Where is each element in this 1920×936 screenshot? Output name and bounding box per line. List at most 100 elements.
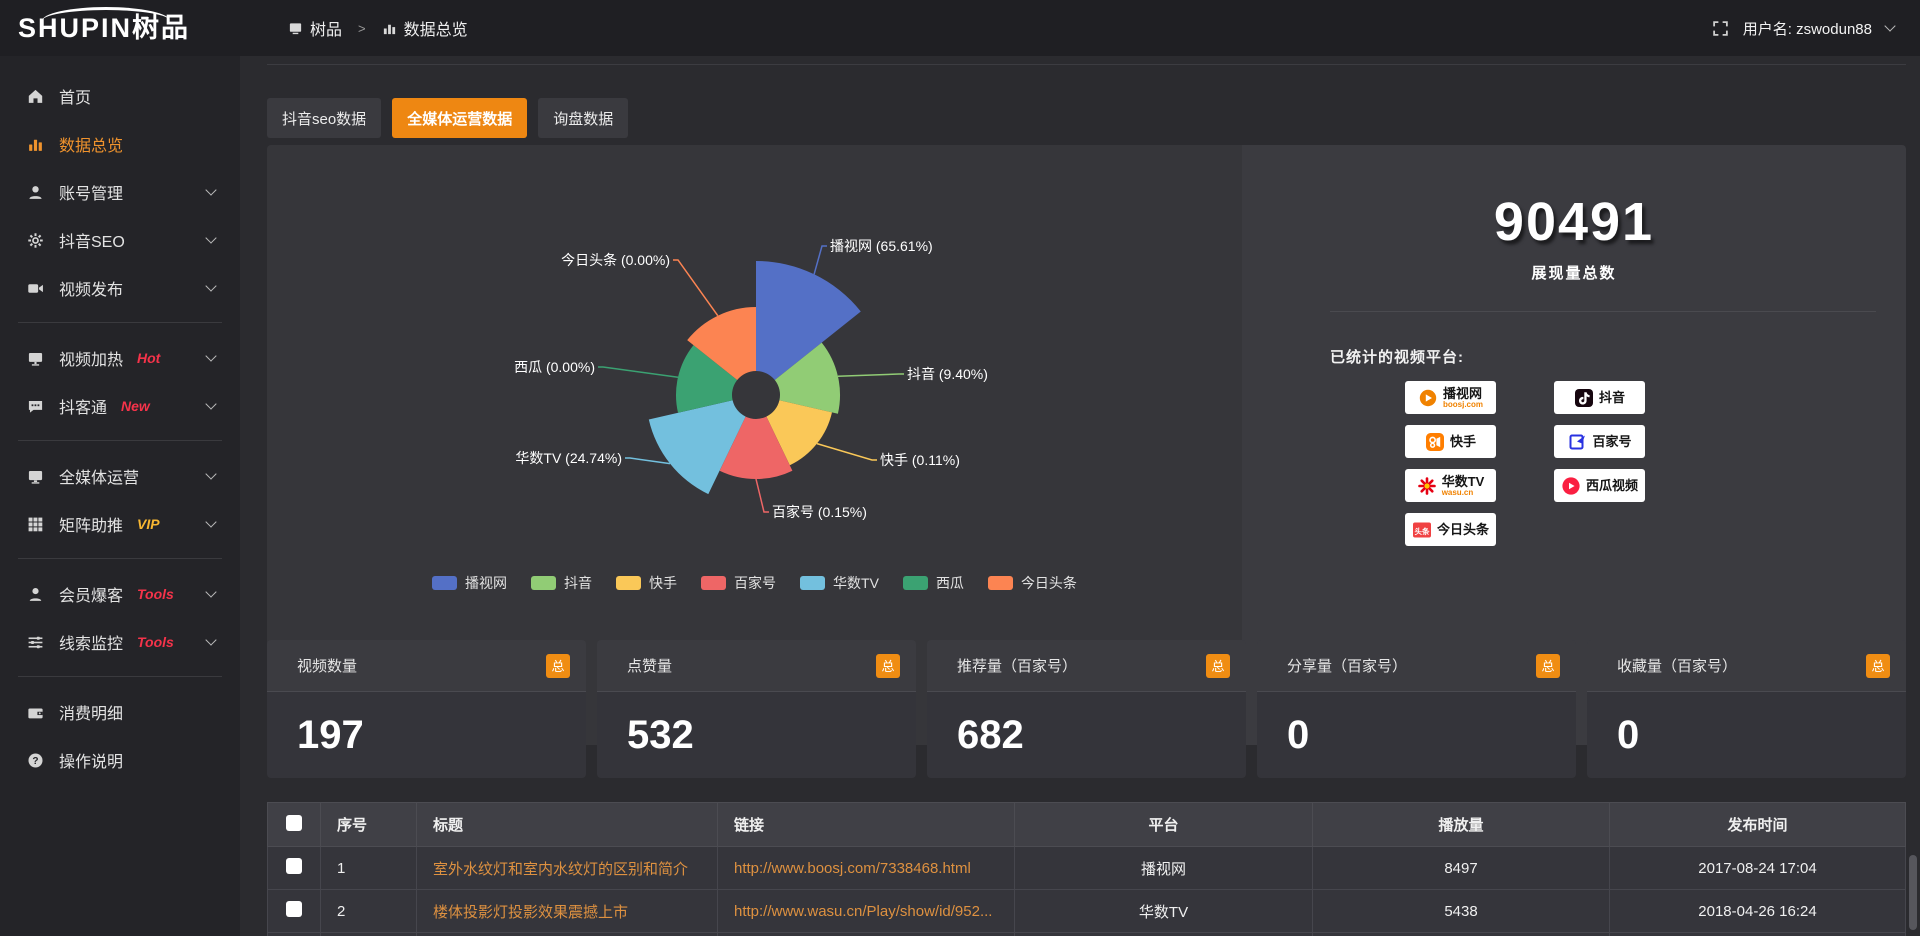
cell-platform: 播视网 xyxy=(1015,847,1313,890)
sidebar-divider xyxy=(18,558,222,559)
breadcrumb-item-current[interactable]: 数据总览 xyxy=(404,16,468,40)
stat-card-value: 0 xyxy=(1617,713,1639,758)
sidebar-item-12[interactable]: ? 操作说明 xyxy=(0,736,240,784)
help-icon: ? xyxy=(27,752,44,769)
platform-sub: wasu.cn xyxy=(1442,489,1485,497)
legend-swatch xyxy=(903,576,928,590)
total-badge: 总 xyxy=(1206,654,1230,678)
header-title: 标题 xyxy=(417,803,718,847)
stat-card-title: 收藏量（百家号） xyxy=(1617,655,1737,676)
sidebar-item-label: 矩阵助推 xyxy=(59,512,123,536)
legend-item-百家号[interactable]: 百家号 xyxy=(701,573,776,593)
pie-label: 西瓜 (0.00%) xyxy=(514,359,595,375)
sidebar-item-9[interactable]: 会员爆客 Tools xyxy=(0,570,240,618)
chevron-down-icon[interactable] xyxy=(205,280,216,291)
platform-name: 西瓜视频 xyxy=(1586,479,1638,492)
tab-2[interactable]: 询盘数据 xyxy=(538,98,628,138)
row-checkbox[interactable] xyxy=(286,858,302,874)
platform-name: 抖音 xyxy=(1599,391,1625,404)
chevron-down-icon[interactable] xyxy=(205,468,216,479)
sidebar-item-tag: Hot xyxy=(137,350,160,366)
xigua-logo-icon xyxy=(1561,476,1581,496)
breadcrumb: 树品 > 数据总览 xyxy=(288,0,468,56)
legend-item-播视网[interactable]: 播视网 xyxy=(432,573,507,593)
cell-link[interactable] xyxy=(718,933,1015,936)
row-checkbox[interactable] xyxy=(286,901,302,917)
username-label[interactable]: 用户名: zswodun88 xyxy=(1743,18,1872,39)
chevron-down-icon[interactable] xyxy=(205,634,216,645)
sidebar-item-3[interactable]: 抖音SEO xyxy=(0,216,240,264)
app-logo: SHUPIN树品 xyxy=(18,0,190,56)
chevron-down-icon[interactable] xyxy=(205,184,216,195)
sidebar-item-6[interactable]: 抖客通 New xyxy=(0,382,240,430)
platform-name: 播视网 xyxy=(1443,387,1483,400)
sidebar-item-label: 账号管理 xyxy=(59,180,123,204)
toutiao-logo-icon: 头条 xyxy=(1412,520,1432,540)
wasu-logo-icon xyxy=(1417,476,1437,496)
legend-swatch xyxy=(531,576,556,590)
sidebar-item-8[interactable]: 矩阵助推 VIP xyxy=(0,500,240,548)
chevron-down-icon[interactable] xyxy=(205,516,216,527)
pie-label: 今日头条 (0.00%) xyxy=(561,252,670,268)
sidebar-item-11[interactable]: 消费明细 xyxy=(0,688,240,736)
stat-card-3: 分享量（百家号） 总 0 xyxy=(1257,640,1576,778)
pie-label-line xyxy=(814,246,827,274)
chevron-down-icon[interactable] xyxy=(205,398,216,409)
sidebar-item-label: 消费明细 xyxy=(59,700,123,724)
sidebar-item-label: 会员爆客 xyxy=(59,582,123,606)
stat-card-header: 收藏量（百家号） 总 xyxy=(1587,640,1906,692)
scrollbar-thumb[interactable] xyxy=(1909,855,1917,930)
chevron-down-icon[interactable] xyxy=(1884,20,1895,31)
cell-link[interactable]: http://www.wasu.cn/Play/show/id/952... xyxy=(718,890,1015,933)
summary-divider xyxy=(1330,311,1876,312)
cell-title[interactable]: 楼体投影灯投影效果震撼上市 xyxy=(417,890,718,933)
select-all-checkbox[interactable] xyxy=(286,815,302,831)
chevron-down-icon[interactable] xyxy=(205,586,216,597)
stat-card-body: 532 xyxy=(597,692,916,778)
breadcrumb-item-home[interactable]: 树品 xyxy=(310,16,342,40)
legend-item-快手[interactable]: 快手 xyxy=(616,573,677,593)
boosj-logo-icon xyxy=(1418,388,1438,408)
sidebar-item-tag: New xyxy=(121,398,150,414)
header-time: 发布时间 xyxy=(1610,803,1906,847)
sidebar-item-label: 数据总览 xyxy=(59,132,123,156)
tab-1[interactable]: 全媒体运营数据 xyxy=(392,98,527,138)
total-badge: 总 xyxy=(1536,654,1560,678)
chevron-down-icon[interactable] xyxy=(205,232,216,243)
sidebar-item-5[interactable]: 视频加热 Hot xyxy=(0,334,240,382)
sliders-icon xyxy=(27,634,44,651)
sidebar-item-10[interactable]: 线索监控 Tools xyxy=(0,618,240,666)
legend-item-今日头条[interactable]: 今日头条 xyxy=(988,573,1077,593)
sidebar-item-4[interactable]: 视频发布 xyxy=(0,264,240,312)
platform-sub: boosj.com xyxy=(1443,401,1483,409)
cell-title[interactable]: 室外水纹灯和室内水纹灯的区别和简介 xyxy=(417,847,718,890)
sidebar-item-label: 全媒体运营 xyxy=(59,464,139,488)
baijia-logo-icon xyxy=(1568,432,1588,452)
tab-bar: 抖音seo数据全媒体运营数据询盘数据 xyxy=(267,98,628,138)
legend-item-华数TV[interactable]: 华数TV xyxy=(800,573,879,593)
legend-item-西瓜[interactable]: 西瓜 xyxy=(903,573,964,593)
fullscreen-icon[interactable] xyxy=(1712,20,1729,37)
chart-icon xyxy=(27,136,44,153)
stat-card-body: 0 xyxy=(1587,692,1906,778)
chart-legend: 播视网 抖音 快手 百家号 华数TV 西瓜 今日头条 xyxy=(267,573,1242,593)
platform-badge-今日头条: 头条 今日头条 xyxy=(1405,513,1496,546)
cell-title[interactable] xyxy=(417,933,718,936)
sidebar-item-label: 视频发布 xyxy=(59,276,123,300)
cell-link[interactable]: http://www.boosj.com/7338468.html xyxy=(718,847,1015,890)
table-row-2 xyxy=(268,933,1906,936)
chevron-down-icon[interactable] xyxy=(205,350,216,361)
sidebar-item-1[interactable]: 数据总览 xyxy=(0,120,240,168)
home-icon xyxy=(27,88,44,105)
legend-swatch xyxy=(432,576,457,590)
legend-item-抖音[interactable]: 抖音 xyxy=(531,573,592,593)
sidebar-item-7[interactable]: 全媒体运营 xyxy=(0,452,240,500)
legend-label: 百家号 xyxy=(734,573,776,593)
sidebar-item-2[interactable]: 账号管理 xyxy=(0,168,240,216)
header-plays: 播放量 xyxy=(1313,803,1610,847)
total-badge: 总 xyxy=(876,654,900,678)
sidebar-item-0[interactable]: 首页 xyxy=(0,72,240,120)
video-table: 序号 标题 链接 平台 播放量 发布时间 1 室外水纹灯和室内水纹灯的区别和简介… xyxy=(267,802,1906,936)
tab-0[interactable]: 抖音seo数据 xyxy=(267,98,381,138)
platform-name: 华数TV xyxy=(1442,475,1485,488)
